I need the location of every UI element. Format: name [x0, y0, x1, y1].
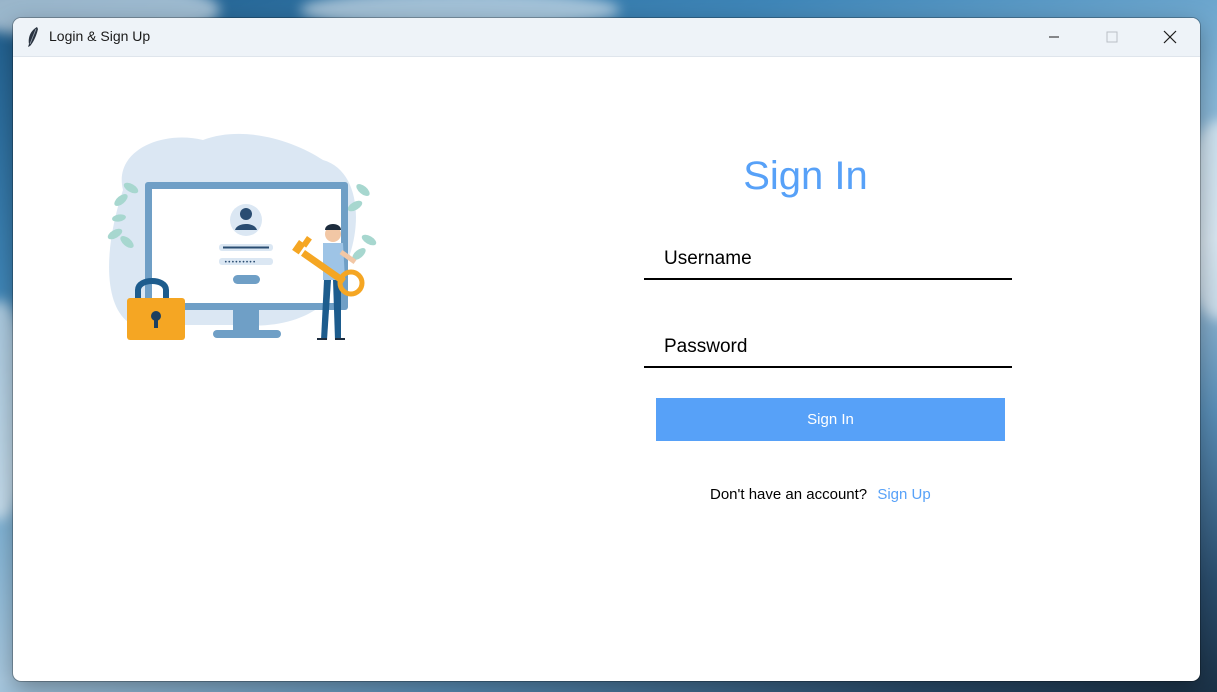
login-illustration: •••••••••	[107, 133, 377, 340]
maximize-icon	[1106, 31, 1118, 43]
password-dots: •••••••••	[224, 259, 256, 266]
username-field[interactable]	[644, 238, 1012, 280]
app-window: Login & Sign Up ••••••••• Sign In Userna…	[13, 18, 1200, 681]
password-input[interactable]	[662, 330, 1006, 364]
minimize-icon	[1049, 36, 1059, 38]
maximize-button[interactable]	[1083, 18, 1141, 56]
title-bar[interactable]: Login & Sign Up	[13, 18, 1200, 57]
feather-icon	[28, 27, 38, 47]
window-title: Login & Sign Up	[49, 28, 151, 44]
signup-row: Don't have an account? Sign Up	[710, 486, 931, 503]
sign-in-button[interactable]: Sign In	[656, 398, 1005, 441]
password-field[interactable]	[644, 326, 1012, 368]
username-input[interactable]	[662, 242, 1006, 276]
page-title: Sign In	[743, 154, 868, 198]
sign-up-link[interactable]: Sign Up	[877, 486, 930, 503]
signup-prompt: Don't have an account?	[710, 486, 868, 503]
minimize-button[interactable]	[1025, 18, 1083, 56]
close-button[interactable]	[1141, 18, 1199, 56]
close-icon	[1163, 30, 1177, 44]
